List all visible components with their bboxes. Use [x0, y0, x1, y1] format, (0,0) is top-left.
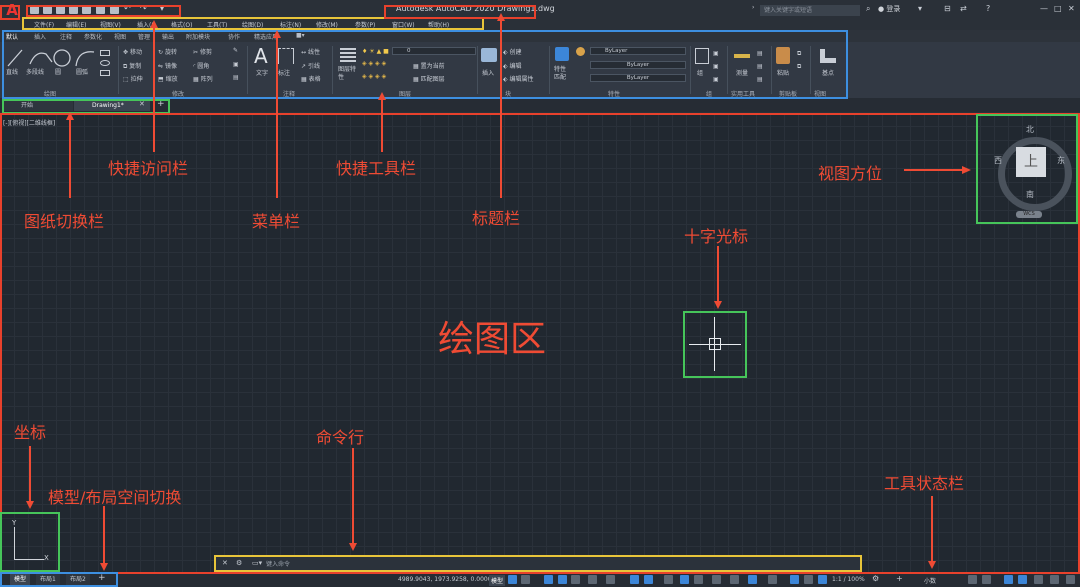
ribbon-highlight	[2, 30, 848, 99]
login-button[interactable]: ● 登录	[878, 4, 900, 14]
arrow-line	[381, 100, 383, 152]
label-command-line: 命令行	[316, 428, 365, 447]
autocad-window: A ↶ ↷ ▾ Autodesk AutoCAD 2020 Drawing1.d…	[0, 0, 1080, 587]
selection-filter-icon[interactable]	[748, 575, 757, 584]
minimize-icon[interactable]: —	[1040, 4, 1048, 13]
clean-screen-icon[interactable]	[1034, 575, 1043, 584]
dynamic-input-icon[interactable]	[558, 575, 567, 584]
transparency-icon[interactable]	[680, 575, 689, 584]
snap-icon[interactable]	[521, 575, 530, 584]
viewcube-highlight	[976, 114, 1078, 224]
arrow-line	[717, 246, 719, 302]
object-snap-icon[interactable]	[644, 575, 653, 584]
arrow-head	[349, 543, 357, 551]
3d-osnap-icon[interactable]	[712, 575, 721, 584]
label-title-bar: 标题栏	[472, 209, 521, 228]
label-coordinates: 坐标	[14, 423, 47, 442]
isolate-objects-icon[interactable]	[1004, 575, 1013, 584]
file-tabs-highlight	[2, 99, 170, 114]
arrow-head	[928, 561, 936, 569]
quick-access-highlight	[26, 5, 181, 17]
auto-scale-icon[interactable]	[804, 575, 813, 584]
arrow-head	[714, 301, 722, 309]
logo-highlight	[0, 5, 20, 20]
label-menu-bar: 菜单栏	[252, 212, 301, 231]
arrow-head	[378, 92, 386, 100]
search-input[interactable]: 键入关键字或短语	[760, 5, 860, 16]
model-space-button[interactable]: 模型	[489, 575, 506, 586]
arrow-line	[352, 448, 354, 544]
units-button[interactable]: 小数	[924, 576, 936, 585]
grid-icon[interactable]	[508, 575, 517, 584]
customize-status-icon[interactable]	[1050, 575, 1059, 584]
coordinates-readout[interactable]: 4989.9043, 1973.9258, 0.0000	[398, 576, 492, 583]
dropdown-icon[interactable]: ▾	[918, 4, 922, 13]
arrow-line	[103, 506, 105, 564]
title-bar-highlight	[384, 5, 536, 19]
arrow-line	[153, 28, 155, 152]
infer-icon[interactable]	[544, 575, 553, 584]
login-label: 登录	[886, 5, 901, 13]
label-crosshair: 十字光标	[684, 227, 749, 246]
arrow-line	[904, 169, 962, 171]
arrow-head	[497, 13, 505, 21]
arrow-head	[100, 563, 108, 571]
label-quick-tools: 快捷工具栏	[336, 159, 417, 178]
arrow-head	[150, 20, 158, 28]
close-icon[interactable]: ✕	[1068, 4, 1075, 13]
arrow-head	[26, 501, 34, 509]
quick-properties-icon[interactable]	[968, 575, 977, 584]
arrow-line	[29, 446, 31, 502]
annotation-visibility-icon[interactable]	[790, 575, 799, 584]
gizmo-icon[interactable]	[768, 575, 777, 584]
label-model-layout: 模型/布局空间切换	[48, 488, 182, 507]
store-icon[interactable]: ⊟	[944, 4, 951, 13]
lock-ui-icon[interactable]	[982, 575, 991, 584]
connect-icon[interactable]: ⇄	[960, 4, 967, 13]
annotation-monitor-icon[interactable]: +	[896, 574, 903, 583]
ortho-icon[interactable]	[571, 575, 580, 584]
command-line-highlight	[214, 555, 862, 572]
maximize-icon[interactable]: □	[1054, 4, 1062, 13]
ucs-highlight	[0, 512, 60, 572]
hardware-acceleration-icon[interactable]	[1018, 575, 1027, 584]
arrow-line	[500, 20, 502, 198]
selection-cycling-icon[interactable]	[694, 575, 703, 584]
dynamic-ucs-icon[interactable]	[730, 575, 739, 584]
isodraft-icon[interactable]	[606, 575, 615, 584]
arrow-line	[276, 38, 278, 198]
label-drawing-area: 绘图区	[438, 319, 547, 360]
arrow-head	[66, 112, 74, 120]
help-icon[interactable]: ?	[986, 4, 990, 13]
polar-icon[interactable]	[588, 575, 597, 584]
arrow-head	[273, 30, 281, 38]
arrow-head	[962, 166, 971, 174]
layout-tabs-highlight	[0, 572, 118, 587]
menu-icon[interactable]	[1066, 575, 1075, 584]
crosshair-highlight	[683, 311, 747, 378]
annotation-scale-icon[interactable]	[818, 575, 827, 584]
label-quick-access: 快捷访问栏	[108, 159, 189, 178]
lineweight-icon[interactable]	[664, 575, 673, 584]
label-view-cube: 视图方位	[818, 164, 883, 183]
label-status-bar: 工具状态栏	[884, 474, 965, 493]
annotation-scale[interactable]: 1:1 / 100%	[832, 576, 865, 583]
arrow-line	[931, 496, 933, 562]
object-snap-tracking-icon[interactable]	[630, 575, 639, 584]
workspace-gear-icon[interactable]: ⚙	[872, 574, 879, 583]
label-tab-switch: 图纸切换栏	[24, 212, 105, 231]
arrow-line	[69, 120, 71, 198]
search-arrow-icon[interactable]: ›	[752, 4, 754, 11]
search-icon[interactable]: ⌕	[866, 4, 870, 14]
